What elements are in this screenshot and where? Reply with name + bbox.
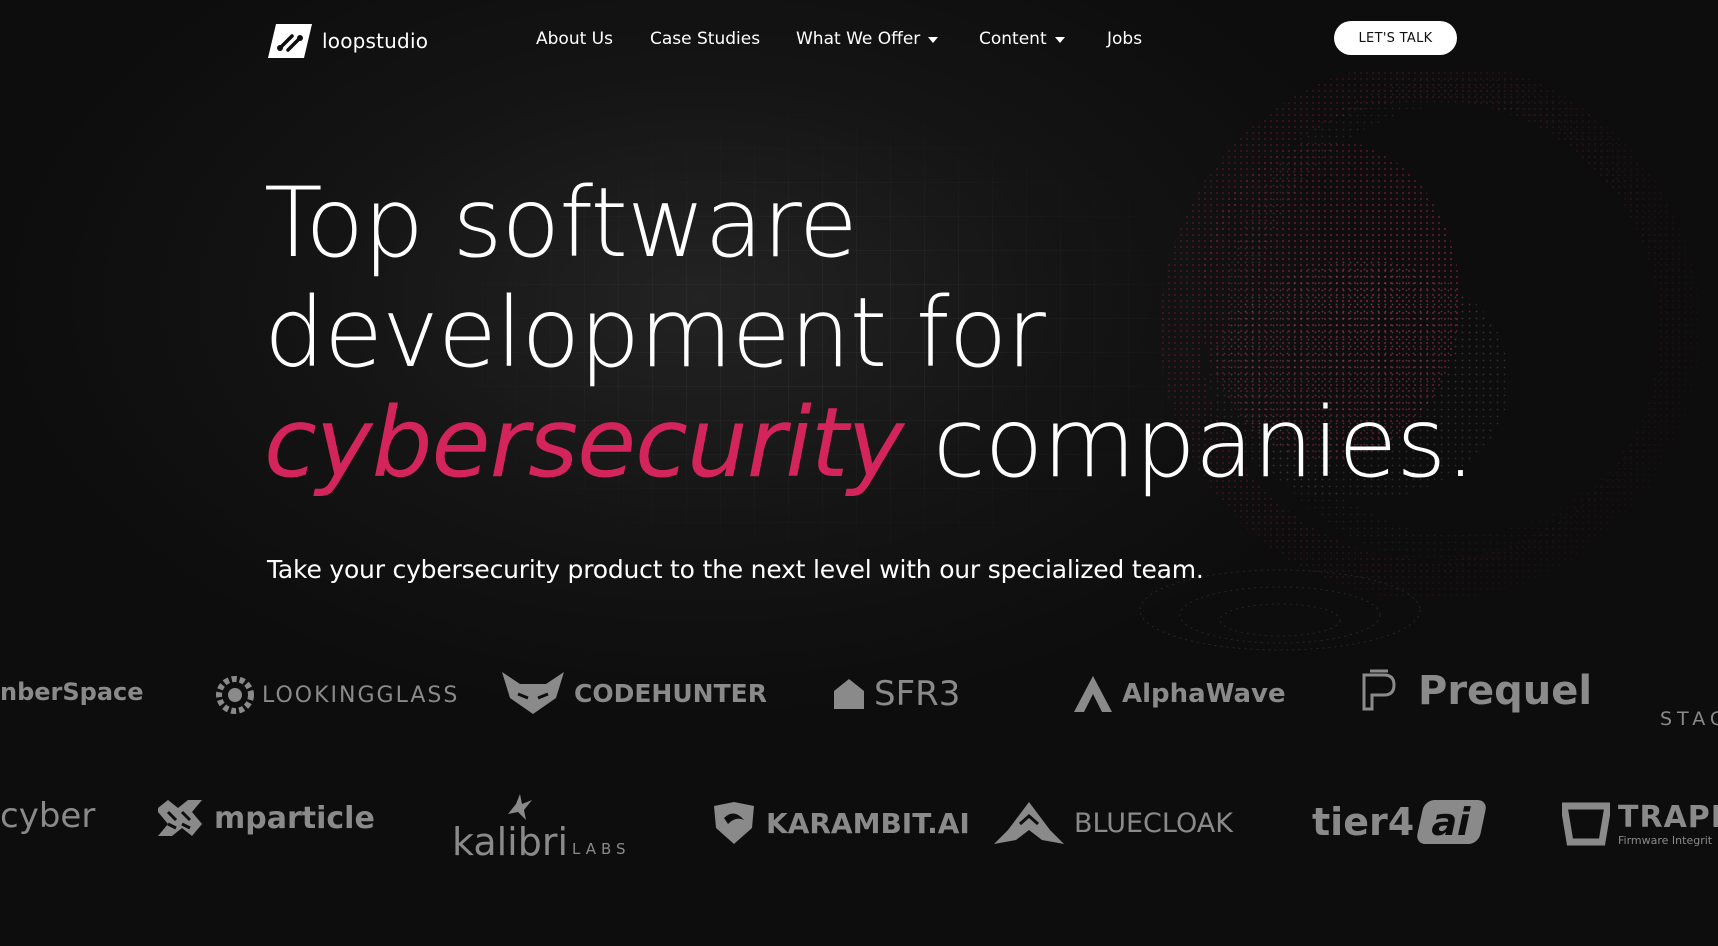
client-name: mparticle bbox=[214, 800, 375, 836]
client-logo-kalibri-labs: kalibri LABS bbox=[450, 792, 626, 866]
client-logo-alphawave: AlphaWave bbox=[1072, 674, 1286, 714]
client-logo-prequel: Prequel bbox=[1360, 668, 1592, 714]
client-name: LOOKINGGLASS bbox=[262, 682, 460, 708]
hero-line-3-rest: companies. bbox=[903, 387, 1476, 499]
loopstudio-logo-icon bbox=[268, 24, 312, 58]
hero-heading: Top software development for cybersecuri… bbox=[264, 167, 1476, 499]
client-name: Prequel bbox=[1418, 668, 1593, 714]
client-logos-row-2: cyber mparticle kalibri LABS KARAMBIT.AI… bbox=[0, 792, 1718, 872]
client-tagline: Firmware Integrit bbox=[1618, 833, 1713, 847]
client-logo-cyberspace: nberSpace bbox=[0, 678, 144, 706]
client-name: kalibri bbox=[452, 820, 569, 864]
client-name: cyber bbox=[0, 796, 96, 836]
nav-case-studies[interactable]: Case Studies bbox=[650, 29, 796, 49]
mparticle-checker-icon bbox=[158, 800, 202, 836]
trapezoid-icon bbox=[1562, 802, 1610, 846]
client-name: nberSpace bbox=[0, 678, 144, 706]
nav-case-studies-label: Case Studies bbox=[650, 29, 761, 49]
nav-jobs-label: Jobs bbox=[1107, 29, 1143, 49]
client-name: TRAPE bbox=[1618, 799, 1718, 835]
client-logo-trapezoid: TRAPE Firmware Integrit bbox=[1562, 800, 1718, 848]
nav-jobs[interactable]: Jobs bbox=[1107, 29, 1142, 49]
client-name-suffix: LABS bbox=[572, 840, 631, 858]
chevron-down-icon bbox=[1054, 37, 1065, 43]
chevron-down-icon bbox=[928, 37, 939, 43]
client-logo-tier4ai: tier4 ai bbox=[1312, 800, 1488, 844]
fox-head-icon bbox=[502, 672, 564, 714]
lets-talk-button[interactable]: LET'S TALK bbox=[1334, 21, 1457, 55]
client-name: AlphaWave bbox=[1122, 679, 1286, 709]
client-logos-row-1: nberSpace LOOKINGGLASS CODEHUNTER SFR3 A… bbox=[0, 660, 1718, 730]
client-name: CODEHUNTER bbox=[574, 678, 767, 708]
nav-what-we-offer-label: What We Offer bbox=[796, 29, 921, 49]
nav-content[interactable]: Content bbox=[979, 29, 1107, 49]
nav-about-us[interactable]: About Us bbox=[536, 29, 650, 49]
bluecloak-hood-icon bbox=[994, 802, 1064, 844]
nav-about-us-label: About Us bbox=[536, 29, 613, 49]
client-name-badge: ai bbox=[1415, 800, 1488, 844]
brand-logo[interactable]: loopstudio bbox=[266, 22, 428, 60]
prequel-icon bbox=[1362, 669, 1396, 711]
client-name: BLUECLOAK bbox=[1074, 807, 1233, 839]
client-logo-cyber: cyber bbox=[0, 796, 95, 836]
hero-accent-word: cybersecurity bbox=[264, 387, 904, 499]
client-name: SFR3 bbox=[874, 674, 961, 714]
client-logo-sfr3: SFR3 bbox=[832, 674, 960, 714]
house-icon bbox=[834, 679, 864, 709]
client-logo-bluecloak: BLUECLOAK bbox=[992, 800, 1233, 846]
client-logo-karambit: KARAMBIT.AI bbox=[710, 800, 970, 846]
hero-subtitle: Take your cybersecurity product to the n… bbox=[267, 555, 1204, 584]
hero-line-2: development for bbox=[264, 277, 1046, 389]
lookingglass-icon bbox=[216, 676, 254, 714]
client-logo-mparticle: mparticle bbox=[156, 798, 375, 838]
client-logo-codehunter: CODEHUNTER bbox=[500, 670, 767, 716]
logo-text: loopstudio bbox=[322, 29, 429, 53]
client-name: STAC bbox=[1660, 708, 1718, 730]
alphawave-triangle-icon bbox=[1074, 676, 1112, 712]
client-name: tier4 bbox=[1312, 800, 1415, 844]
karambit-shield-icon bbox=[714, 802, 754, 844]
nav-content-label: Content bbox=[979, 29, 1047, 49]
hero-line-1: Top software bbox=[264, 167, 858, 279]
nav-what-we-offer[interactable]: What We Offer bbox=[796, 29, 979, 49]
client-logo-lookingglass: LOOKINGGLASS bbox=[216, 676, 459, 714]
bird-icon bbox=[508, 794, 532, 820]
client-name: KARAMBIT.AI bbox=[766, 806, 970, 840]
main-nav: About Us Case Studies What We Offer Cont… bbox=[536, 29, 1142, 49]
hero-line-3: cybersecurity companies. bbox=[264, 387, 1476, 499]
client-logo-stac: STAC bbox=[1660, 708, 1718, 730]
